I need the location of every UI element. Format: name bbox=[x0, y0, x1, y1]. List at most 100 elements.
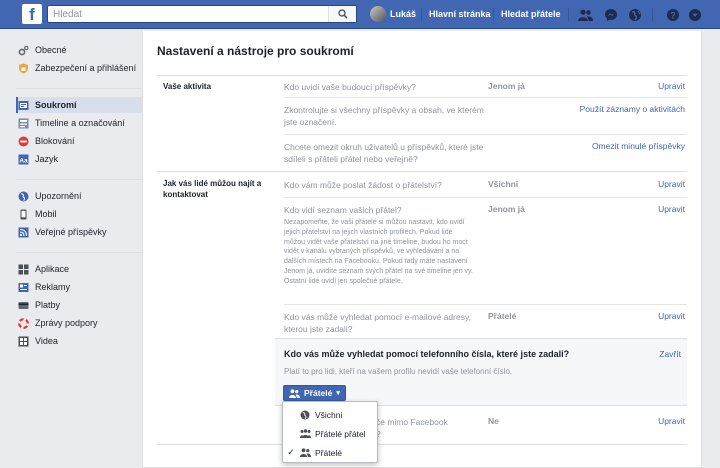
sidebar-item-payments[interactable]: Platby bbox=[16, 297, 142, 313]
sidebar-item-security[interactable]: Zabezpečení a přihlášení bbox=[16, 60, 142, 76]
sidebar-item-apps[interactable]: Aplikace bbox=[16, 261, 142, 277]
language-icon: Aa bbox=[18, 154, 29, 165]
privacy-settings-panel: Nastavení a nástroje pro soukromí Vaše a… bbox=[142, 31, 702, 468]
divider bbox=[568, 8, 569, 21]
svg-text:?: ? bbox=[670, 10, 676, 20]
friend-requests-icon[interactable] bbox=[577, 6, 594, 23]
sidebar-item-language[interactable]: Aa Jazyk bbox=[16, 151, 142, 167]
edit-link[interactable]: Upravit bbox=[658, 81, 685, 91]
edit-link[interactable]: Upravit bbox=[658, 416, 685, 426]
divider bbox=[157, 75, 687, 76]
audience-option-everyone[interactable]: Všichni bbox=[283, 405, 379, 424]
sidebar-item-mobile[interactable]: Mobil bbox=[16, 206, 142, 222]
search-button[interactable] bbox=[328, 6, 356, 22]
option-label: Všichni bbox=[315, 409, 343, 420]
setting-description: Nezapomeňte, že vaši přátelé si můžou na… bbox=[284, 219, 473, 285]
sidebar-item-videos[interactable]: Videa bbox=[16, 333, 142, 349]
setting-question: Chcete omezit okruh uživatelů u příspěvk… bbox=[284, 142, 484, 164]
home-link[interactable]: Hlavní stránka bbox=[429, 9, 491, 19]
timeline-icon bbox=[18, 118, 29, 129]
divider bbox=[284, 197, 687, 198]
ads-icon bbox=[18, 282, 29, 293]
search-icon bbox=[337, 9, 348, 19]
sidebar-item-privacy[interactable]: Soukromí bbox=[16, 97, 142, 113]
sidebar-item-label: Platby bbox=[35, 300, 61, 310]
sidebar-item-label: Zprávy podpory bbox=[35, 318, 98, 328]
audience-option-friends[interactable]: ✓ Přátelé bbox=[283, 443, 379, 462]
setting-question-partial: če mimo Facebook bbox=[376, 417, 448, 427]
edit-link[interactable]: Upravit bbox=[658, 204, 685, 214]
account-menu-icon[interactable] bbox=[686, 6, 703, 23]
sidebar-item-ads[interactable]: Reklamy bbox=[16, 279, 142, 295]
avatar bbox=[370, 6, 386, 22]
sidebar-item-label: Upozornění bbox=[35, 191, 82, 201]
globe-icon bbox=[18, 191, 29, 202]
divider bbox=[157, 444, 687, 445]
lock-icon bbox=[18, 100, 29, 111]
audience-option-friends-of-friends[interactable]: Přátelé přátel bbox=[283, 424, 379, 443]
gear-icon bbox=[18, 45, 29, 56]
divider bbox=[284, 97, 687, 98]
setting-question: Kdo vidí seznam vašich přátel? bbox=[284, 205, 402, 215]
search-box bbox=[47, 5, 357, 23]
apps-icon bbox=[18, 264, 29, 275]
activity-log-link[interactable]: Použít záznamy o aktivitách bbox=[580, 104, 685, 114]
setting-question: Kdo vás může vyhledat pomocí e-mailové a… bbox=[284, 312, 471, 334]
setting-value: Jenom já bbox=[488, 204, 525, 214]
setting-question: Kdo uvidí vaše budoucí příspěvky? bbox=[284, 82, 416, 92]
friends-of-friends-icon bbox=[299, 429, 311, 438]
checkmark-icon: ✓ bbox=[287, 447, 295, 457]
block-icon bbox=[18, 136, 29, 147]
page-title: Nastavení a nástroje pro soukromí bbox=[157, 44, 354, 58]
sidebar-item-label: Videa bbox=[35, 336, 58, 346]
section-label-activity: Vaše aktivita bbox=[163, 82, 212, 91]
sidebar-item-label: Zabezpečení a přihlášení bbox=[35, 63, 137, 73]
mobile-icon bbox=[18, 209, 29, 220]
phone-search-setting-editor: Kdo vás může vyhledat pomocí telefonního… bbox=[275, 338, 687, 406]
chevron-down-icon: ▾ bbox=[336, 390, 340, 397]
user-profile-link[interactable]: Lukáš bbox=[370, 5, 416, 23]
shield-icon bbox=[18, 63, 29, 74]
option-label: Přátelé bbox=[315, 447, 342, 458]
card-icon bbox=[18, 300, 29, 311]
divider bbox=[652, 8, 653, 21]
setting-value: Jenom já bbox=[488, 81, 525, 91]
notifications-globe-icon[interactable] bbox=[626, 6, 643, 23]
edit-link[interactable]: Upravit bbox=[658, 311, 685, 321]
sidebar-item-label: Aplikace bbox=[35, 264, 70, 274]
setting-question: Kdo vám může poslat žádost o přátelství? bbox=[284, 180, 442, 190]
divider bbox=[16, 179, 142, 180]
setting-value: Ne bbox=[488, 416, 499, 426]
sidebar-item-support[interactable]: Zprávy podpory bbox=[16, 315, 142, 331]
find-friends-link[interactable]: Hledat přátele bbox=[501, 9, 561, 19]
sidebar-item-label: Mobil bbox=[35, 209, 57, 219]
audience-selector-button[interactable]: Přátelé ▾ bbox=[283, 385, 346, 401]
edit-link[interactable]: Upravit bbox=[658, 179, 685, 189]
help-icon[interactable]: ? bbox=[664, 6, 681, 23]
sidebar-item-label: Soukromí bbox=[35, 100, 77, 110]
option-label: Přátelé přátel bbox=[315, 428, 366, 439]
divider bbox=[16, 88, 142, 89]
search-input[interactable] bbox=[48, 6, 318, 22]
limit-past-posts-link[interactable]: Omezit minulé příspěvky bbox=[592, 141, 685, 151]
messages-icon[interactable] bbox=[602, 6, 619, 23]
divider bbox=[421, 8, 422, 21]
globe-icon bbox=[299, 410, 311, 420]
lifebuoy-icon bbox=[18, 317, 29, 329]
friends-icon bbox=[289, 388, 300, 398]
settings-sidebar: Obecné Zabezpečení a přihlášení Soukromí… bbox=[16, 42, 142, 361]
sidebar-item-general[interactable]: Obecné bbox=[16, 42, 142, 58]
sidebar-item-label: Jazyk bbox=[35, 154, 59, 164]
sidebar-item-public-posts[interactable]: Veřejné příspěvky bbox=[16, 224, 142, 240]
close-link[interactable]: Zavřít bbox=[659, 349, 681, 359]
audience-dropdown-menu: Všichni Přátelé přátel ✓ Přátelé bbox=[282, 401, 378, 463]
divider bbox=[284, 134, 687, 135]
sidebar-item-notifications[interactable]: Upozornění bbox=[16, 188, 142, 204]
sidebar-item-label: Veřejné příspěvky bbox=[35, 227, 107, 237]
sidebar-item-timeline[interactable]: Timeline a označování bbox=[16, 115, 142, 131]
sidebar-item-blocking[interactable]: Blokování bbox=[16, 133, 142, 149]
audience-selector-label: Přátelé bbox=[304, 388, 333, 398]
section-label-contact: Jak vás lidé můžou najít a kontaktovat bbox=[163, 179, 262, 199]
facebook-logo[interactable]: f bbox=[22, 4, 42, 24]
setting-question: Zkontrolujte si všechny příspěvky a obsa… bbox=[284, 105, 484, 127]
